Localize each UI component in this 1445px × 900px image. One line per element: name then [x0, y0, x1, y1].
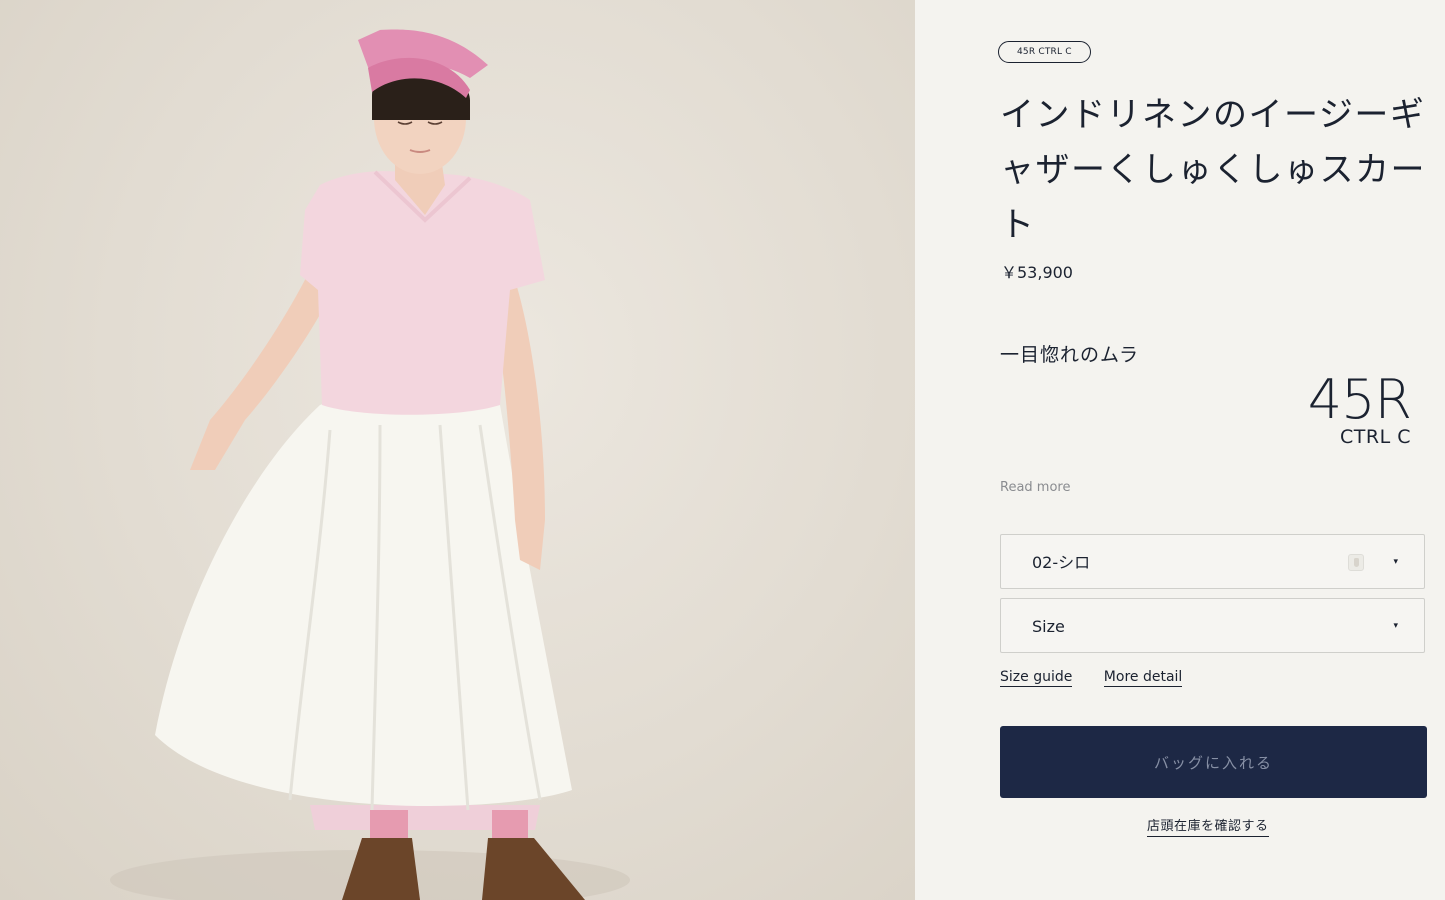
size-guide-link[interactable]: Size guide [1000, 669, 1073, 687]
product-links: Size guide More detail [1000, 669, 1209, 687]
brand-tag[interactable]: 45R CTRL C [998, 41, 1091, 63]
model-illustration [110, 29, 630, 900]
size-select[interactable]: Size ▾ [1000, 598, 1425, 653]
color-select[interactable]: 02-シロ ▾ [1000, 534, 1425, 589]
more-detail-link[interactable]: More detail [1103, 669, 1183, 687]
product-title: インドリネンのイージーギャザーくしゅくしゅスカート [1000, 95, 1426, 245]
product-page: 45R CTRL C インドリネンのイージーギャザーくしゅくしゅスカート ￥53… [0, 0, 1445, 900]
product-tagline: 一目惚れのムラ [1000, 344, 1140, 366]
color-select-value: 02-シロ [1032, 553, 1091, 572]
chevron-down-icon: ▾ [1393, 621, 1398, 631]
add-to-bag-button[interactable]: バッグに入れる [1000, 726, 1427, 798]
brand-logo: 45R CTRL C [1307, 368, 1412, 448]
color-swatch-icon [1348, 554, 1364, 571]
chevron-down-icon: ▾ [1393, 557, 1398, 567]
size-select-placeholder: Size [1032, 617, 1065, 636]
product-photo [0, 0, 915, 900]
product-info-panel: 45R CTRL C インドリネンのイージーギャザーくしゅくしゅスカート ￥53… [915, 0, 1445, 900]
check-store-stock-link[interactable]: 店頭在庫を確認する [1147, 815, 1269, 837]
read-more-link[interactable]: Read more [1000, 480, 1070, 495]
product-price: ￥53,900 [1001, 263, 1073, 282]
brand-logo-mark: 45R [1307, 368, 1412, 431]
